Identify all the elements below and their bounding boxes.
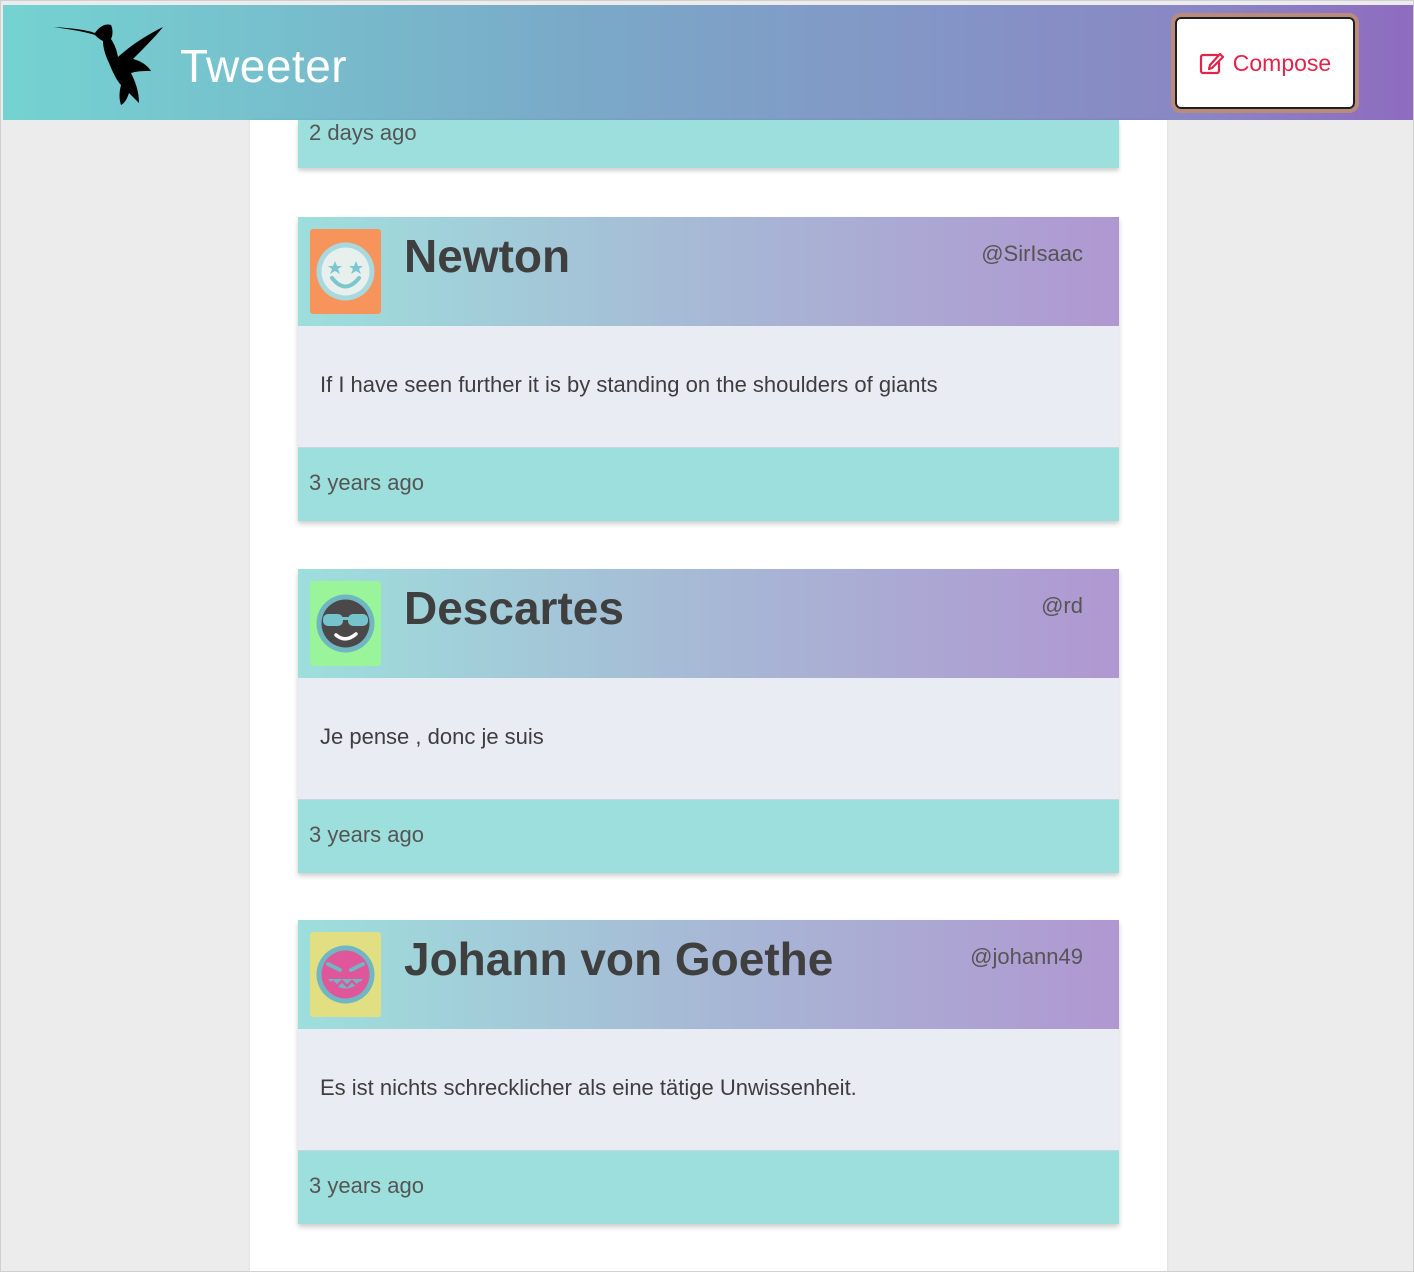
tweet-timestamp: 3 years ago bbox=[309, 470, 424, 495]
tweet-card: Newton @SirIsaac If I have seen further … bbox=[298, 217, 1119, 521]
tweet-footer: 3 years ago bbox=[298, 1150, 1119, 1224]
tweet-footer: 3 years ago bbox=[298, 447, 1119, 521]
app-title[interactable]: Tweeter bbox=[180, 38, 347, 94]
app-window: Tweeter Compose 2 days ago Newton @SirIs… bbox=[0, 0, 1414, 1272]
tweet-card: Johann von Goethe @johann49 Es ist nicht… bbox=[298, 920, 1119, 1224]
nav-bar: Tweeter Compose bbox=[3, 5, 1413, 120]
display-name: Newton bbox=[404, 230, 571, 282]
tweet-body: If I have seen further it is by standing… bbox=[298, 326, 1119, 446]
tweet-footer: 3 years ago bbox=[298, 799, 1119, 873]
compose-label: Compose bbox=[1232, 49, 1332, 76]
compose-button[interactable]: Compose bbox=[1171, 13, 1359, 113]
tweet-header: Johann von Goethe @johann49 bbox=[298, 920, 1119, 1029]
user-handle: @SirIsaac bbox=[981, 241, 1083, 266]
sunglasses-face-icon bbox=[310, 581, 381, 666]
tweet-header: Descartes @rd bbox=[298, 569, 1119, 678]
tweet-text: Je pense , donc je suis bbox=[320, 724, 544, 749]
user-handle: @rd bbox=[1041, 593, 1083, 618]
edit-icon bbox=[1199, 52, 1224, 75]
star-eyes-face-icon bbox=[310, 229, 381, 314]
user-handle: @johann49 bbox=[970, 944, 1083, 969]
tweet-timestamp: 3 years ago bbox=[309, 1173, 424, 1198]
tweet-text: Es ist nichts schrecklicher als eine tät… bbox=[320, 1075, 857, 1100]
tweet-body: Je pense , donc je suis bbox=[298, 678, 1119, 798]
tweet-timestamp: 3 years ago bbox=[309, 822, 424, 847]
tweet-text: If I have seen further it is by standing… bbox=[320, 372, 938, 397]
display-name: Descartes bbox=[404, 582, 624, 634]
display-name: Johann von Goethe bbox=[404, 933, 834, 985]
grinning-face-icon bbox=[310, 932, 381, 1017]
hummingbird-icon[interactable] bbox=[51, 19, 167, 105]
tweet-timestamp: 2 days ago bbox=[309, 120, 417, 145]
tweet-card: Descartes @rd Je pense , donc je suis 3 … bbox=[298, 569, 1119, 873]
tweet-header: Newton @SirIsaac bbox=[298, 217, 1119, 326]
tweet-body: Es ist nichts schrecklicher als eine tät… bbox=[298, 1029, 1119, 1149]
tweet-footer: 2 days ago bbox=[298, 120, 1119, 168]
